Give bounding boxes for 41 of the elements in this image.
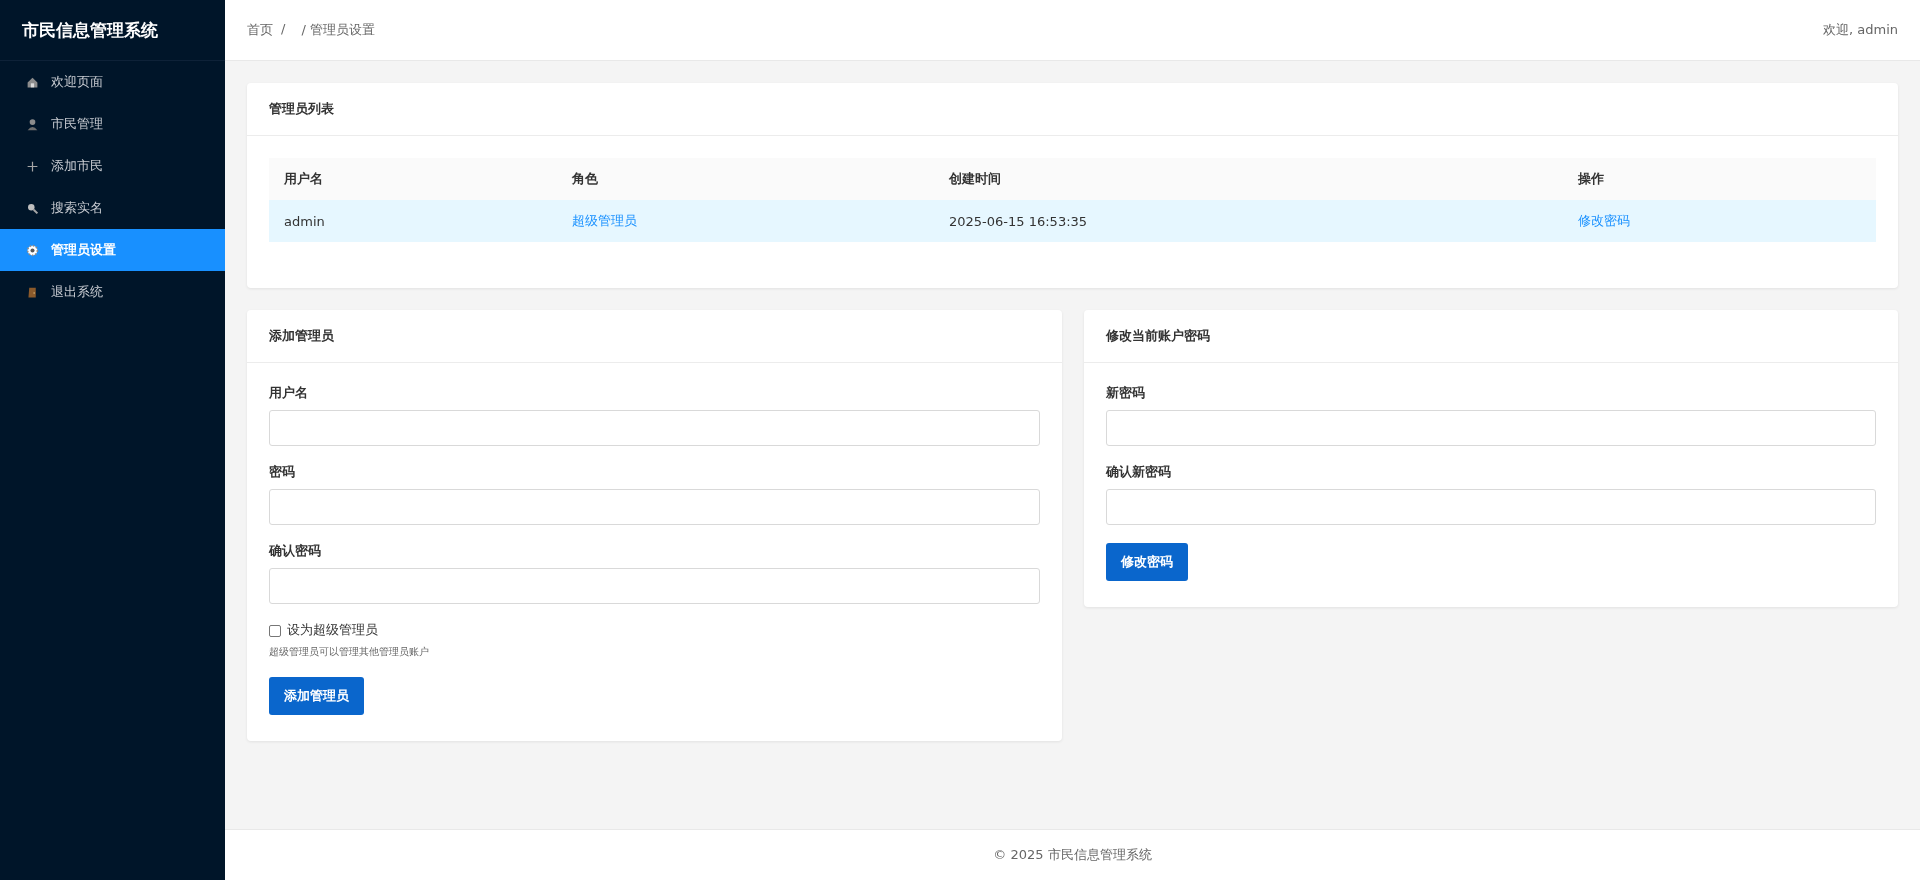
checkbox[interactable] [269, 624, 281, 637]
card-title: 添加管理员 [269, 327, 334, 345]
input-field[interactable] [1105, 410, 1876, 446]
field-label: 密码 [269, 464, 296, 481]
welcome-text: 欢迎, admin [1823, 21, 1898, 39]
door-icon [26, 285, 39, 299]
input-field[interactable] [269, 568, 1040, 604]
column-header: 角色 [571, 170, 599, 188]
checkbox-label: 设为超级管理员 [287, 622, 378, 639]
input-field[interactable] [1105, 489, 1876, 525]
plus-icon [26, 159, 39, 173]
breadcrumb-link[interactable]: 首页 [247, 21, 273, 39]
field-label: 确认密码 [269, 543, 322, 560]
search-icon [26, 201, 39, 215]
menu-item[interactable]: 管理员设置 [0, 229, 225, 271]
menu-item[interactable]: 添加市民 [0, 145, 225, 187]
column-header: 操作 [1577, 170, 1605, 188]
table-cell-text: admin [283, 213, 326, 229]
add-admin-button[interactable]: 添加管理员 [269, 677, 364, 715]
footer-text: © 2025 市民信息管理系统 [993, 846, 1152, 864]
menu-item[interactable]: 欢迎页面 [0, 61, 225, 103]
hint-text: 超级管理员可以管理其他管理员账户 [269, 645, 430, 659]
card-title: 修改当前账户密码 [1105, 327, 1210, 345]
input-field[interactable] [269, 410, 1040, 446]
column-header: 创建时间 [948, 170, 1002, 188]
menu-item[interactable]: 市民管理 [0, 103, 225, 145]
table-cell-text: 2025-06-15 16:53:35 [948, 213, 1089, 229]
input-field[interactable] [269, 489, 1040, 525]
breadcrumb-text: / 管理员设置 [301, 21, 375, 39]
field-label: 确认新密码 [1105, 464, 1172, 481]
settings-icon [26, 243, 39, 257]
breadcrumb-text: / [281, 21, 286, 38]
house-icon [26, 75, 39, 89]
person-icon [26, 117, 39, 131]
menu-item[interactable]: 搜索实名 [0, 187, 225, 229]
menu-item[interactable]: 退出系统 [0, 271, 225, 313]
field-label: 新密码 [1105, 385, 1146, 402]
column-header: 用户名 [283, 170, 324, 188]
card-title: 管理员列表 [269, 100, 334, 118]
field-label: 用户名 [269, 385, 309, 402]
change-password-button[interactable]: 修改密码 [1105, 543, 1188, 581]
